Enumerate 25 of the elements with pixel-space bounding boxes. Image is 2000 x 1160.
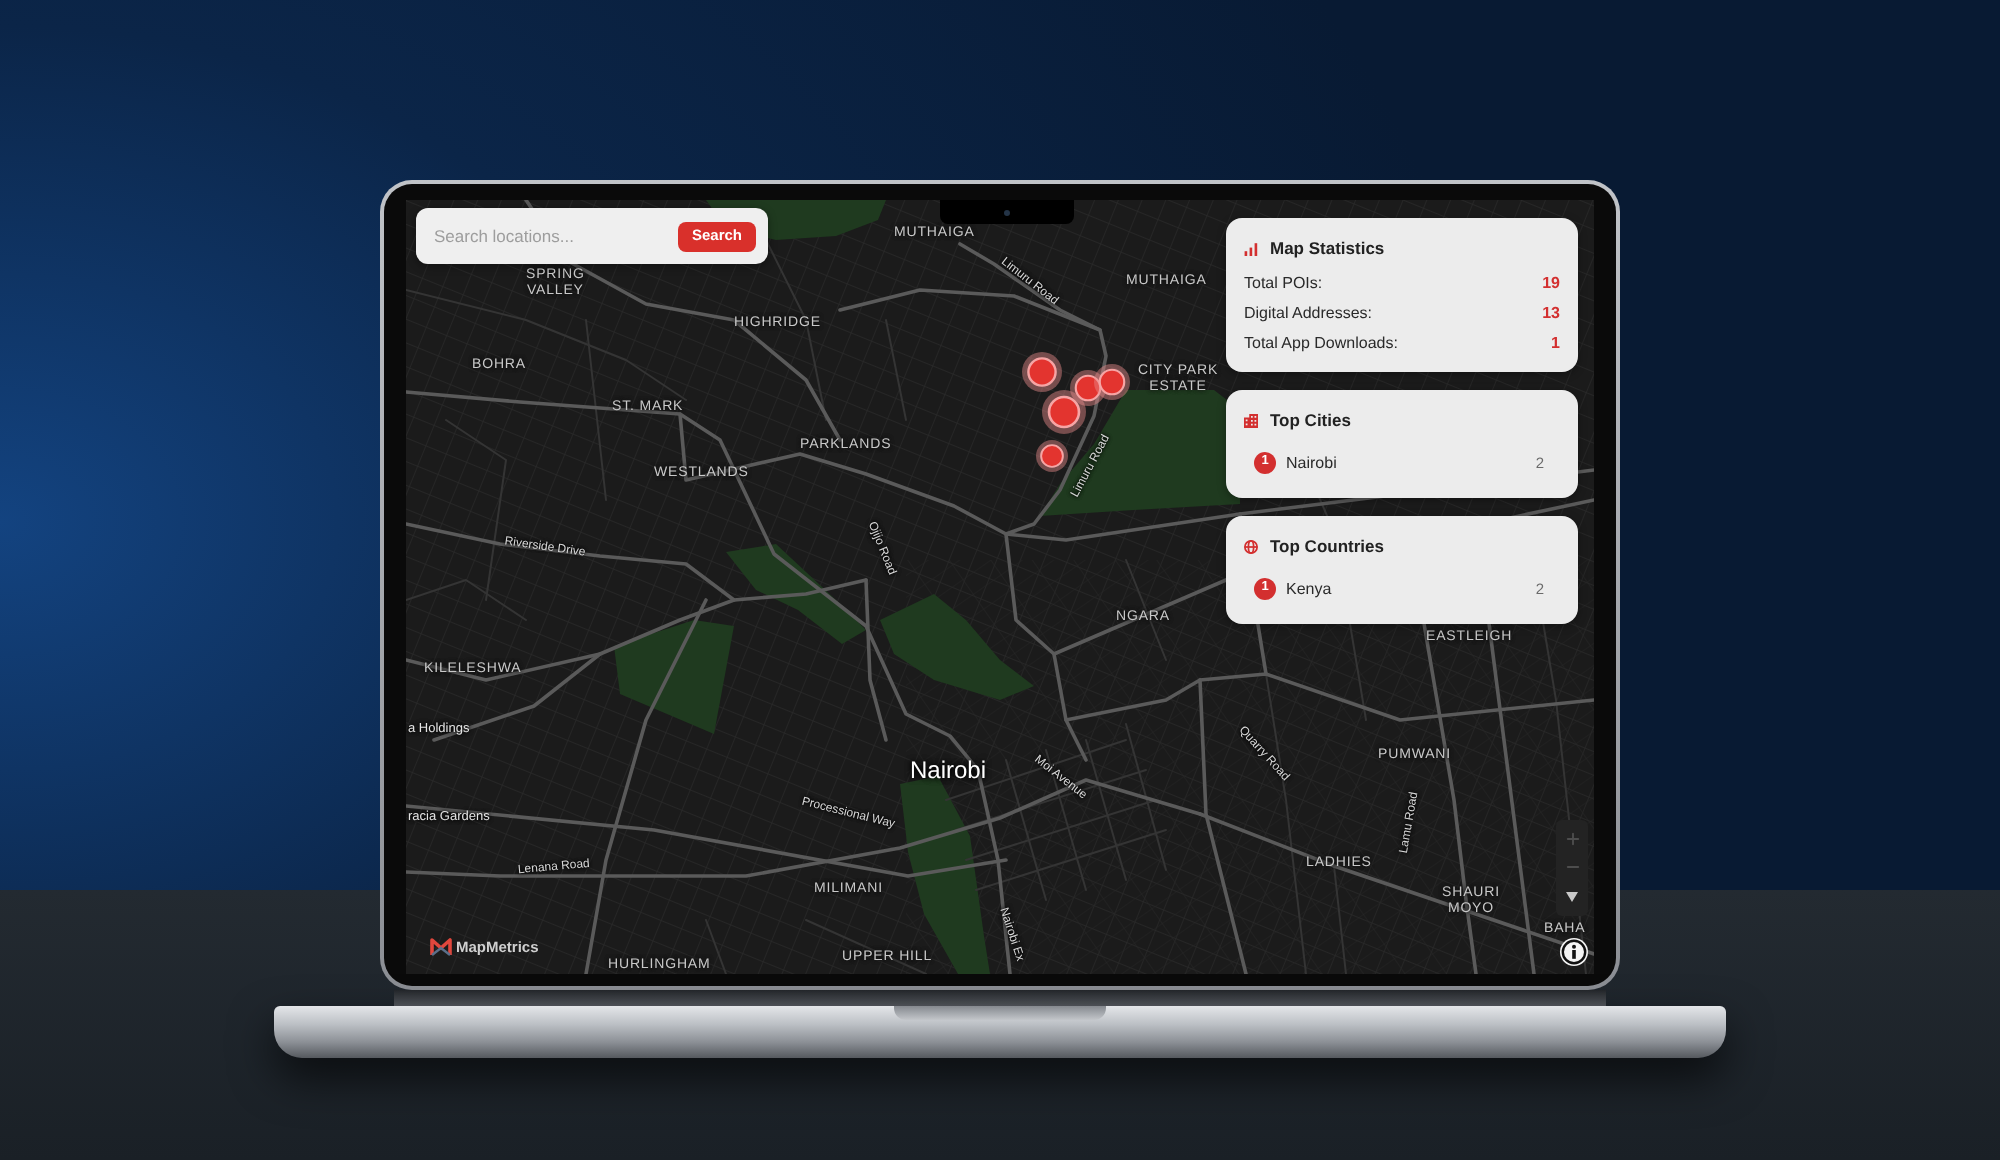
city-label: Nairobi [910,756,987,784]
map-marker-icon[interactable] [1036,440,1068,472]
building-icon [1244,413,1258,427]
camera-lens-icon [1004,209,1010,215]
item-name: Nairobi [1286,453,1337,473]
info-icon [1560,938,1588,966]
item-name: Kenya [1286,579,1332,599]
stat-label: Digital Addresses: [1244,304,1373,324]
panel-title: Top Cities [1270,410,1351,430]
plus-icon [1563,829,1581,848]
map-marker-icon[interactable] [1042,390,1086,434]
globe-icon [1244,539,1258,553]
stat-label: Total POIs: [1244,274,1323,294]
bar-chart-icon [1244,241,1258,255]
logo-icon [430,938,452,956]
map-marker-icon[interactable] [1094,364,1130,400]
stat-value: 19 [1542,274,1560,294]
stat-value: 1 [1551,334,1560,354]
panel-title: Map Statistics [1270,238,1385,258]
stat-label: Total App Downloads: [1244,334,1398,354]
info-button[interactable] [1560,938,1588,966]
stat-value: 13 [1542,304,1560,324]
map-marker-icon[interactable] [1022,352,1062,392]
triangle-icon [1566,892,1578,903]
panel-title: Top Countries [1270,536,1384,556]
